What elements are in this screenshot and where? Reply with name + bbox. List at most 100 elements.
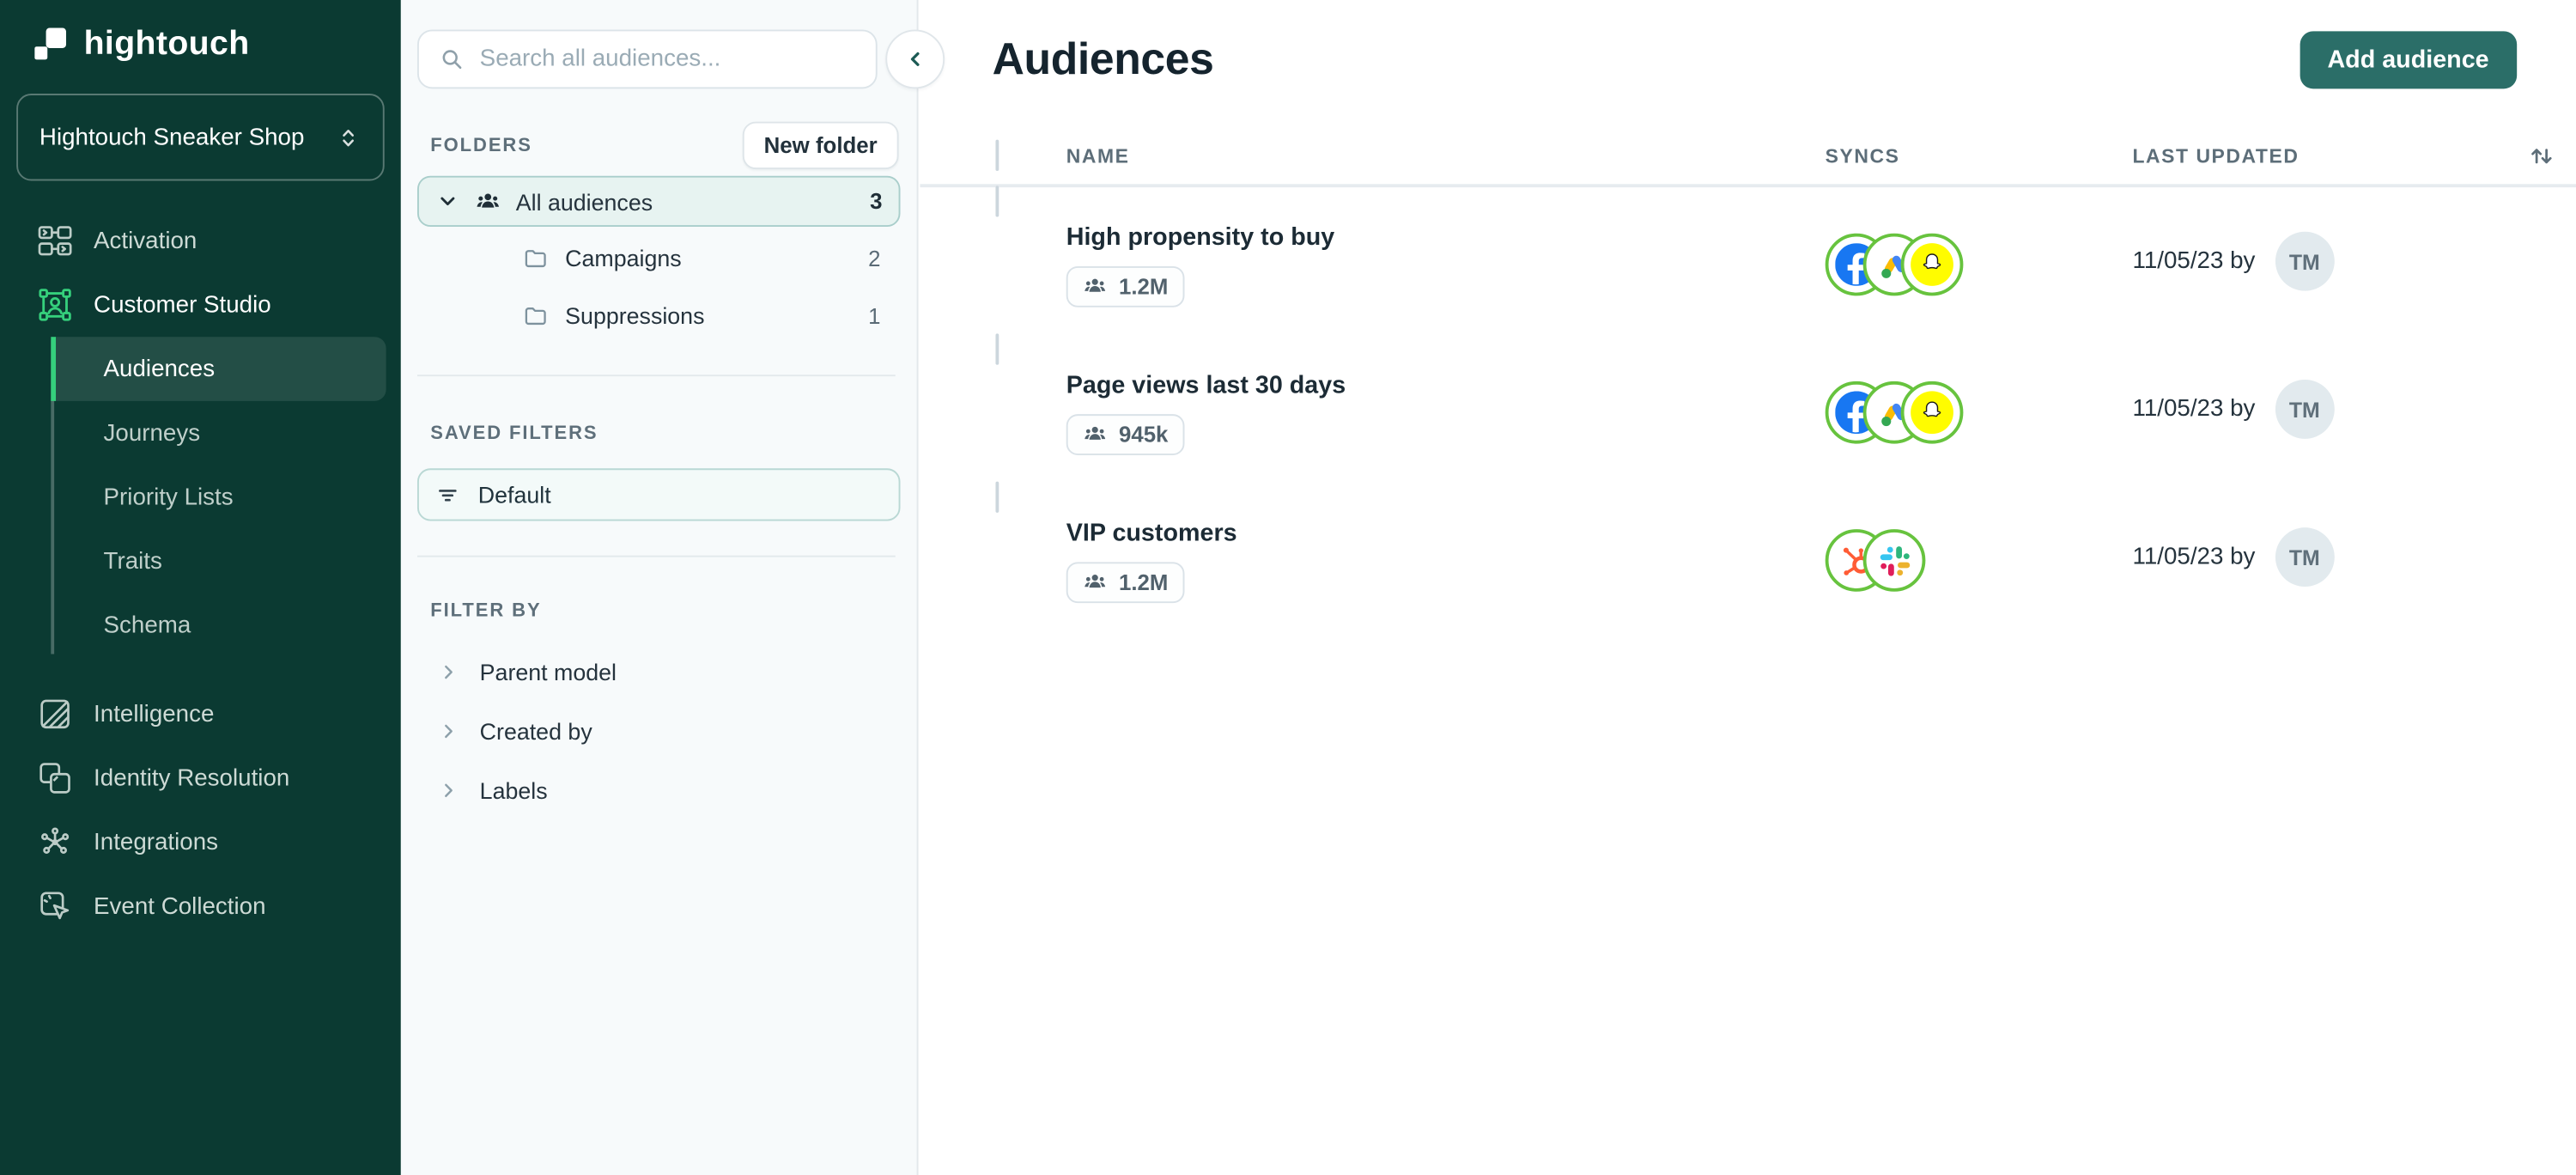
sidebar-item-customer-studio[interactable]: Customer Studio xyxy=(0,273,401,338)
sidebar-item-label: Intelligence xyxy=(94,701,215,728)
collapse-panel-button[interactable] xyxy=(885,29,945,89)
slack-sync-icon[interactable] xyxy=(1862,529,1926,592)
sidebar-item-label: Integrations xyxy=(94,829,219,855)
panel-divider xyxy=(416,555,896,557)
audience-name[interactable]: Page views last 30 days xyxy=(1066,371,1826,399)
saved-filters-section-label: SAVED FILTERS xyxy=(430,423,598,444)
subnav-item-journeys[interactable]: Journeys xyxy=(51,401,386,466)
sort-icon[interactable] xyxy=(2527,142,2556,171)
column-header-syncs: SYNCS xyxy=(1825,144,1900,168)
chevron-left-icon xyxy=(902,46,928,73)
row-checkbox[interactable] xyxy=(995,186,999,217)
sidebar-item-event-collection[interactable]: Event Collection xyxy=(0,874,401,939)
main-content: Audiences Add audience NAME SYNCS LAST U… xyxy=(920,0,2576,1175)
people-icon xyxy=(1083,570,1108,595)
audience-size-badge: 1.2M xyxy=(1066,562,1185,604)
folder-item-campaigns[interactable]: Campaigns 2 xyxy=(417,234,901,283)
hightouch-logo-icon xyxy=(34,27,69,62)
row-checkbox[interactable] xyxy=(995,481,999,513)
subnav-item-schema[interactable]: Schema xyxy=(51,594,386,658)
sidebar-item-label: Event Collection xyxy=(94,892,266,920)
avatar: TM xyxy=(2275,231,2335,291)
sidebar-item-intelligence[interactable]: Intelligence xyxy=(0,682,401,746)
folder-item-suppressions[interactable]: Suppressions 1 xyxy=(417,291,901,340)
saved-filter-default[interactable]: Default xyxy=(416,468,901,521)
folders-panel: FOLDERS New folder All audiences 3 Campa… xyxy=(400,0,919,1175)
intelligence-icon xyxy=(38,697,72,731)
last-updated-text: 11/05/23 by xyxy=(2132,247,2256,275)
identity-resolution-icon xyxy=(38,761,72,795)
audience-size: 1.2M xyxy=(1118,274,1169,300)
subnav-item-traits[interactable]: Traits xyxy=(51,529,386,594)
filter-by-labels[interactable]: Labels xyxy=(417,766,901,815)
audience-size: 1.2M xyxy=(1118,569,1169,595)
folder-count: 1 xyxy=(868,303,881,328)
caret-updown-icon xyxy=(335,124,361,150)
row-checkbox[interactable] xyxy=(995,333,999,365)
snapchat-sync-icon[interactable] xyxy=(1900,381,1964,444)
snapchat-sync-icon[interactable] xyxy=(1900,233,1964,296)
last-updated-text: 11/05/23 by xyxy=(2132,544,2256,570)
search-input[interactable] xyxy=(479,46,856,73)
column-header-last-updated: LAST UPDATED xyxy=(2132,144,2300,168)
people-icon xyxy=(1083,275,1108,300)
audience-name[interactable]: VIP customers xyxy=(1066,520,1826,548)
sidebar-item-label: Customer Studio xyxy=(94,291,271,319)
subnav-item-label: Traits xyxy=(103,548,162,575)
sidebar-nav: Activation Customer Studio Audiences Jou… xyxy=(0,209,401,939)
subnav-item-priority-lists[interactable]: Priority Lists xyxy=(51,465,386,529)
panel-divider xyxy=(416,374,896,377)
table-row[interactable]: Page views last 30 days 945k 11/05/23 by… xyxy=(920,333,2576,483)
people-icon xyxy=(475,188,501,215)
customer-studio-icon xyxy=(38,288,72,322)
filter-by-created-by[interactable]: Created by xyxy=(417,707,901,756)
last-updated-cell: 11/05/23 by TM xyxy=(2132,379,2556,439)
folder-name: All audiences xyxy=(515,188,653,215)
filter-by-label: Labels xyxy=(479,776,548,804)
filter-by-parent-model[interactable]: Parent model xyxy=(417,648,901,697)
subnav-item-label: Priority Lists xyxy=(103,484,234,511)
activation-icon xyxy=(38,223,72,258)
audience-name[interactable]: High propensity to buy xyxy=(1066,223,1826,252)
people-icon xyxy=(1083,423,1108,447)
logo-text: hightouch xyxy=(83,24,250,63)
select-all-checkbox[interactable] xyxy=(995,139,999,171)
table-header: NAME SYNCS LAST UPDATED xyxy=(920,138,2576,174)
integrations-icon xyxy=(38,825,72,859)
chevron-right-icon xyxy=(437,720,460,743)
customer-studio-subnav: Audiences Journeys Priority Lists Traits… xyxy=(51,337,401,657)
table-body: High propensity to buy 1.2M 11/05/23 by … xyxy=(920,186,2576,631)
last-updated-cell: 11/05/23 by TM xyxy=(2132,231,2556,291)
sidebar-item-identity-resolution[interactable]: Identity Resolution xyxy=(0,746,401,811)
add-audience-button[interactable]: Add audience xyxy=(2299,30,2518,88)
audience-size-badge: 945k xyxy=(1066,414,1185,455)
syncs-cell xyxy=(1825,187,2133,296)
page-title: Audiences xyxy=(992,33,1214,83)
filter-icon xyxy=(435,483,460,508)
workspace-selector[interactable]: Hightouch Sneaker Shop xyxy=(16,94,385,181)
subnav-item-audiences[interactable]: Audiences xyxy=(51,337,386,401)
workspace-name: Hightouch Sneaker Shop xyxy=(39,124,305,151)
filter-by-section-label: FILTER BY xyxy=(430,601,542,622)
sidebar-item-label: Activation xyxy=(94,227,197,254)
new-folder-button[interactable]: New folder xyxy=(742,121,899,170)
filter-by-label: Created by xyxy=(479,718,592,745)
table-row[interactable]: VIP customers 1.2M 11/05/23 by TM xyxy=(920,481,2576,631)
folder-item-all-audiences[interactable]: All audiences 3 xyxy=(416,175,901,228)
app-root: hightouch Hightouch Sneaker Shop Activat… xyxy=(0,0,2576,1175)
active-indicator-bar xyxy=(51,337,57,401)
table-row[interactable]: High propensity to buy 1.2M 11/05/23 by … xyxy=(920,186,2576,335)
folder-name: Suppressions xyxy=(565,302,705,329)
saved-filter-name: Default xyxy=(477,481,551,508)
sidebar-item-activation[interactable]: Activation xyxy=(0,209,401,273)
avatar: TM xyxy=(2275,527,2335,588)
search-icon xyxy=(439,46,465,73)
sidebar: hightouch Hightouch Sneaker Shop Activat… xyxy=(0,0,401,1175)
chevron-right-icon xyxy=(437,779,460,802)
sidebar-item-integrations[interactable]: Integrations xyxy=(0,810,401,874)
folder-icon xyxy=(522,245,549,271)
folder-name: Campaigns xyxy=(565,245,682,271)
chevron-down-icon[interactable] xyxy=(435,189,460,214)
chevron-right-icon xyxy=(437,661,460,684)
folder-count: 3 xyxy=(870,189,883,214)
